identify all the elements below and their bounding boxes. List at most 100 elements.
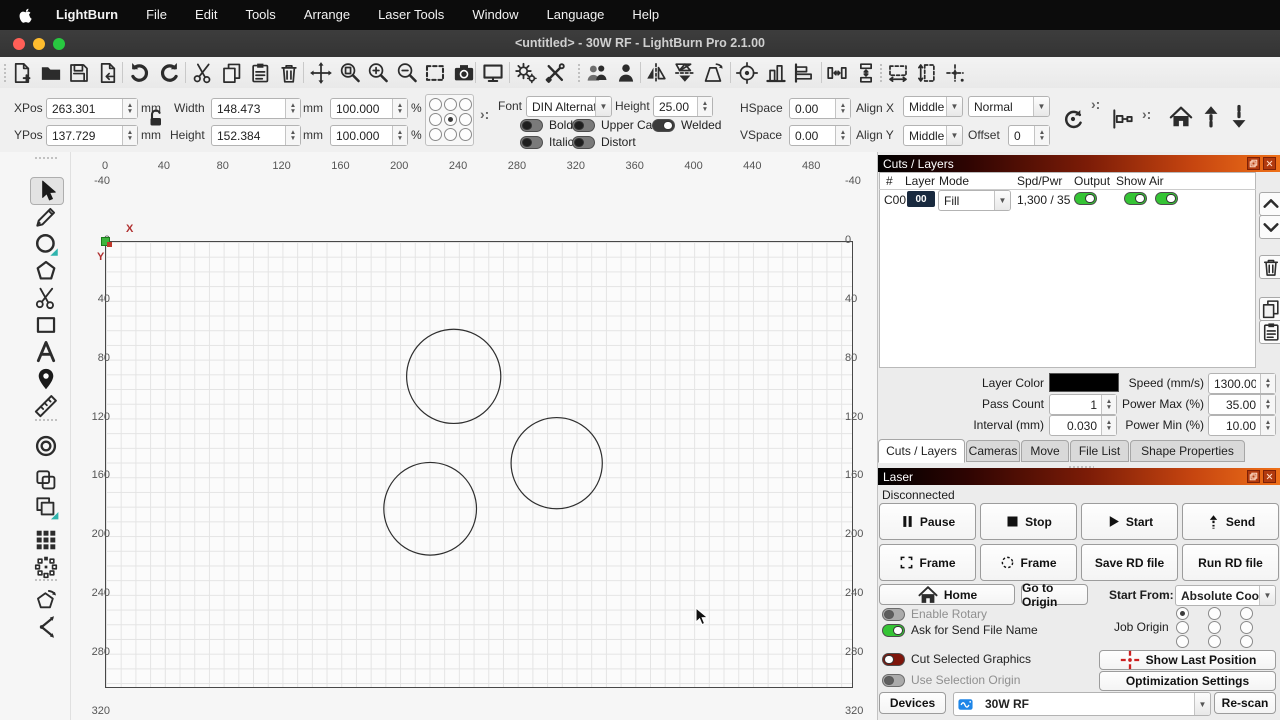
measure-tool-icon[interactable] <box>30 393 62 419</box>
anchor-point-grid[interactable] <box>425 94 474 146</box>
layer-air-toggle[interactable] <box>1155 192 1178 205</box>
xpos-spinner[interactable]: ▲▼ <box>122 99 137 118</box>
anchor-point-radio[interactable] <box>429 98 442 111</box>
menu-item-file[interactable]: File <box>132 0 181 30</box>
job-origin-radio[interactable] <box>1176 635 1189 648</box>
redo-icon[interactable] <box>157 61 181 85</box>
menu-item-edit[interactable]: Edit <box>181 0 231 30</box>
push-forward-icon[interactable] <box>1198 104 1224 130</box>
workspace-canvas[interactable]: 04080120160200240280320360400440480-40-4… <box>0 152 877 720</box>
tab-cameras[interactable]: Cameras <box>966 440 1020 462</box>
power-min-spinner[interactable]: ▲▼ <box>1260 416 1275 435</box>
select-tool-icon[interactable] <box>30 177 64 205</box>
anchor-point-radio[interactable] <box>429 128 442 141</box>
width-percent-field[interactable]: ▲▼ <box>330 98 408 119</box>
toolbar-drag-handle[interactable] <box>577 63 582 82</box>
job-origin-radio[interactable] <box>1208 635 1221 648</box>
text-tool-icon[interactable] <box>30 339 62 365</box>
xpos-field[interactable]: ▲▼ <box>46 98 138 119</box>
cuts-layers-panel-titlebar[interactable]: Cuts / Layers <box>878 155 1280 172</box>
start-from-combo[interactable]: Absolute Coords▼ <box>1175 585 1276 606</box>
frame-button[interactable]: Frame <box>879 544 976 581</box>
focus-laser-icon[interactable] <box>735 61 759 85</box>
mirror-horizontal-icon[interactable] <box>673 61 697 85</box>
frame-button[interactable]: Frame <box>980 544 1077 581</box>
circular-array-tool-icon[interactable] <box>30 554 62 580</box>
job-origin-radio[interactable] <box>1208 621 1221 634</box>
boolean-tool-icon[interactable] <box>30 494 62 520</box>
align-y-combo[interactable]: Middle▼ <box>903 125 963 146</box>
tab-cuts-layers[interactable]: Cuts / Layers <box>878 439 965 463</box>
delete-icon[interactable] <box>277 61 301 85</box>
height-percent-field[interactable]: ▲▼ <box>330 125 408 146</box>
align-x-combo[interactable]: Middle▼ <box>903 96 963 117</box>
tab-move[interactable]: Move <box>1021 440 1069 462</box>
tab-shape-properties[interactable]: Shape Properties <box>1130 440 1245 462</box>
layer-show-toggle[interactable] <box>1124 192 1147 205</box>
device-settings-icon[interactable] <box>514 61 538 85</box>
expander-icon[interactable]: ›: <box>1142 106 1151 122</box>
power-max-spinner[interactable]: ▲▼ <box>1260 395 1275 414</box>
anchor-point-radio[interactable] <box>444 128 457 141</box>
delete-layer-button[interactable] <box>1259 255 1280 279</box>
tab-file-list[interactable]: File List <box>1070 440 1129 462</box>
float-panel-icon[interactable] <box>1247 157 1260 170</box>
offset-spinner[interactable]: ▲▼ <box>1034 126 1049 145</box>
vspace-spinner[interactable]: ▲▼ <box>835 126 850 145</box>
same-height-icon[interactable] <box>915 61 939 85</box>
zoom-to-page-icon[interactable] <box>338 61 362 85</box>
preview-icon[interactable] <box>481 61 505 85</box>
anchor-point-radio[interactable] <box>459 128 472 141</box>
text-style-combo[interactable]: Normal▼ <box>968 96 1050 117</box>
push-backward-icon[interactable] <box>1226 104 1252 130</box>
float-panel-icon[interactable] <box>1247 470 1260 483</box>
distort-toggle[interactable]: Distort <box>572 135 636 149</box>
frame-selection-icon[interactable] <box>423 61 447 85</box>
same-width-icon[interactable] <box>886 61 910 85</box>
pan-view-icon[interactable] <box>309 61 333 85</box>
cut-order-icon[interactable] <box>1110 106 1136 132</box>
menu-item-arrange[interactable]: Arrange <box>290 0 364 30</box>
close-panel-icon[interactable] <box>1263 470 1276 483</box>
bold-toggle[interactable]: Bold <box>520 118 573 132</box>
open-file-icon[interactable] <box>39 61 63 85</box>
job-origin-radio[interactable] <box>1176 607 1189 620</box>
run-rd-file-button[interactable]: Run RD file <box>1182 544 1279 581</box>
menu-item-laser-tools[interactable]: Laser Tools <box>364 0 458 30</box>
job-origin-radio[interactable] <box>1208 607 1221 620</box>
layer-mode-combo[interactable]: Fill▼ <box>938 190 1011 211</box>
text-height-field[interactable]: ▲▼ <box>653 96 713 117</box>
machine-settings-icon[interactable] <box>543 61 567 85</box>
speed-spinner[interactable]: ▲▼ <box>1260 374 1275 393</box>
offset-field[interactable]: ▲▼ <box>1008 125 1050 146</box>
vspace-field[interactable]: ▲▼ <box>789 125 851 146</box>
aspect-lock-open-icon[interactable] <box>146 108 166 131</box>
ypos-spinner[interactable]: ▲▼ <box>122 126 137 145</box>
width-field[interactable]: ▲▼ <box>211 98 301 119</box>
hspace-field[interactable]: ▲▼ <box>789 98 851 119</box>
height-spinner[interactable]: ▲▼ <box>285 126 300 145</box>
distribute-vertical-icon[interactable] <box>854 61 878 85</box>
menu-item-help[interactable]: Help <box>618 0 673 30</box>
enable-rotary-toggle[interactable]: Enable Rotary <box>882 607 987 621</box>
home-position-icon[interactable] <box>1168 104 1194 130</box>
width-spinner[interactable]: ▲▼ <box>285 99 300 118</box>
transform-expander-icon[interactable]: ›: <box>480 106 489 122</box>
align-left-icon[interactable] <box>792 61 816 85</box>
anchor-point-radio[interactable] <box>459 98 472 111</box>
job-origin-radio[interactable] <box>1240 621 1253 634</box>
menu-item-lightburn[interactable]: LightBurn <box>42 0 132 30</box>
speed-field[interactable]: ▲▼ <box>1208 373 1276 394</box>
ask-send-filename-toggle[interactable]: Ask for Send File Name <box>882 623 1038 637</box>
italic-toggle[interactable]: Italic <box>520 135 574 149</box>
layer-color-chip[interactable]: 00 <box>907 191 935 207</box>
import-file-icon[interactable] <box>96 61 120 85</box>
shear-icon[interactable] <box>701 61 725 85</box>
sync-settings-icon[interactable] <box>1060 106 1086 132</box>
menu-item-window[interactable]: Window <box>458 0 532 30</box>
copy-layer-button[interactable] <box>1259 297 1280 321</box>
weld-shapes-tool-icon[interactable] <box>30 467 62 493</box>
multi-user-icon[interactable] <box>585 61 609 85</box>
anchor-point-radio[interactable] <box>429 113 442 126</box>
snip-tool-icon[interactable] <box>30 285 62 311</box>
